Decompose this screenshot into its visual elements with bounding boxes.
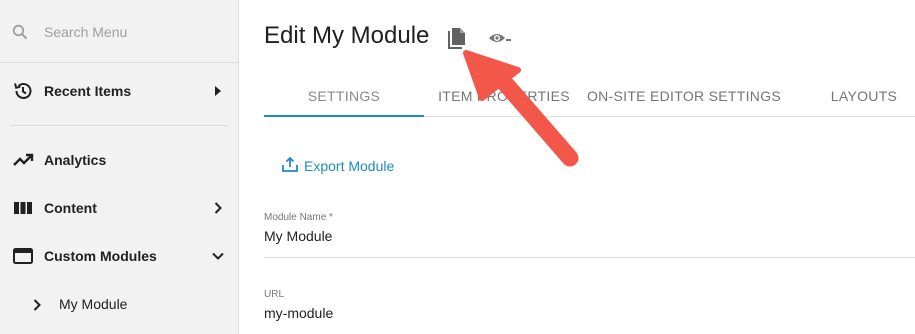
sidebar-item-label: Content: [44, 200, 97, 216]
tab-item-properties[interactable]: ITEM PROPERTIES: [424, 76, 584, 116]
divider: [10, 125, 228, 126]
url-field: URL: [264, 289, 915, 334]
sidebar-item-recent-items[interactable]: Recent Items: [0, 71, 238, 111]
field-label: URL: [264, 289, 285, 300]
tab-layouts[interactable]: LAYOUTS: [784, 76, 915, 116]
sidebar: Recent Items Analytics Content Custom Mo…: [0, 0, 239, 334]
sidebar-item-content[interactable]: Content: [0, 188, 238, 228]
search-input[interactable]: [44, 20, 224, 44]
sidebar-item-label: Analytics: [44, 152, 107, 168]
tab-label: LAYOUTS: [830, 88, 898, 104]
sidebar-item-custom-modules[interactable]: Custom Modules: [0, 236, 238, 276]
sidebar-subitem-my-module[interactable]: My Module: [0, 284, 238, 324]
chevron-right-icon: [212, 202, 224, 214]
chevron-right-icon: [212, 85, 224, 97]
module-name-input[interactable]: [264, 225, 904, 247]
main-content: Edit My Module SETTINGS ITEM PROPERTIES …: [240, 0, 915, 334]
tab-label: SETTINGS: [307, 88, 381, 104]
page-title: Edit My Module: [264, 22, 430, 49]
module-name-field: Module Name *: [264, 212, 915, 258]
field-label: Module Name *: [264, 212, 333, 223]
trending-up-icon: [12, 149, 34, 171]
tab-on-site-editor-settings[interactable]: ON-SITE EDITOR SETTINGS: [584, 76, 784, 116]
copy-document-icon[interactable]: [443, 24, 471, 52]
chevron-down-icon: [212, 250, 224, 262]
sidebar-item-label: Custom Modules: [44, 248, 157, 264]
active-tab-indicator: [264, 115, 424, 117]
export-module-label: Export Module: [304, 158, 395, 174]
url-input[interactable]: [264, 302, 904, 324]
columns-icon: [12, 197, 34, 219]
preview-eye-icon[interactable]: [486, 24, 514, 52]
tab-settings[interactable]: SETTINGS: [264, 76, 424, 116]
sidebar-subitem-label: My Module: [59, 296, 128, 312]
sidebar-item-label: Recent Items: [44, 83, 132, 99]
tab-label: ITEM PROPERTIES: [438, 88, 570, 104]
search-bar: [0, 0, 238, 63]
search-icon: [12, 24, 28, 40]
upload-icon: [282, 156, 298, 177]
tab-label: ON-SITE EDITOR SETTINGS: [586, 88, 782, 104]
chevron-right-icon: [33, 298, 45, 311]
web-window-icon: [12, 245, 34, 267]
export-module-button[interactable]: Export Module: [282, 155, 394, 177]
tab-bar: SETTINGS ITEM PROPERTIES ON-SITE EDITOR …: [264, 76, 915, 117]
history-icon: [12, 80, 34, 102]
sidebar-item-analytics[interactable]: Analytics: [0, 140, 238, 180]
